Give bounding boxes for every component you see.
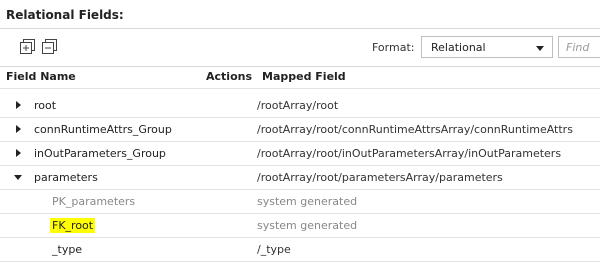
column-header-field-name: Field Name [6, 70, 76, 83]
mapped-field: /rootArray/root/connRuntimeAttrsArray/co… [257, 123, 573, 136]
format-select-value: Relational [431, 41, 486, 54]
field-name-highlighted: FK_root [50, 218, 96, 233]
table-row[interactable]: parameters /rootArray/root/parametersArr… [0, 166, 600, 190]
toolbar-divider [0, 66, 600, 67]
caret-right-icon[interactable] [16, 101, 21, 109]
mapped-field: /rootArray/root/inOutParametersArray/inO… [257, 147, 562, 160]
mapped-field: /rootArray/root [257, 99, 339, 112]
table-row[interactable]: inOutParameters_Group /rootArray/root/in… [0, 142, 600, 166]
mapped-field: /_type [257, 243, 291, 256]
collapse-all-icon[interactable] [42, 39, 57, 54]
format-select[interactable]: Relational [421, 36, 553, 58]
field-name: root [34, 99, 57, 112]
caret-right-icon[interactable] [16, 149, 21, 157]
find-input[interactable] [558, 36, 600, 58]
caret-right-icon[interactable] [16, 125, 21, 133]
format-label: Format: [372, 41, 415, 54]
expand-all-icon[interactable] [20, 39, 35, 54]
column-header-actions: Actions [206, 70, 252, 83]
table-row[interactable]: PK_parameters system generated [0, 190, 600, 214]
section-title: Relational Fields: [6, 8, 124, 22]
table-row[interactable]: root /rootArray/root [0, 94, 600, 118]
toolbar: Format: Relational [0, 32, 600, 62]
column-header-mapped-field: Mapped Field [262, 70, 346, 83]
mapped-field: /rootArray/root/parametersArray/paramete… [257, 171, 503, 184]
field-name: _type [52, 243, 83, 256]
field-name: connRuntimeAttrs_Group [34, 123, 172, 136]
caret-down-icon[interactable] [14, 175, 22, 180]
table-row[interactable]: _type /_type [0, 238, 600, 262]
table-row[interactable]: connRuntimeAttrs_Group /rootArray/root/c… [0, 118, 600, 142]
header-divider [0, 88, 600, 89]
field-name: parameters [34, 171, 98, 184]
chevron-down-icon [536, 46, 544, 51]
mapped-field: system generated [257, 219, 358, 232]
table-row[interactable]: FK_root system generated [0, 214, 600, 238]
title-divider [0, 28, 600, 29]
highlighted-text: FK_root [50, 218, 96, 233]
field-name: PK_parameters [52, 195, 136, 208]
mapped-field: system generated [257, 195, 358, 208]
field-name: inOutParameters_Group [34, 147, 166, 160]
